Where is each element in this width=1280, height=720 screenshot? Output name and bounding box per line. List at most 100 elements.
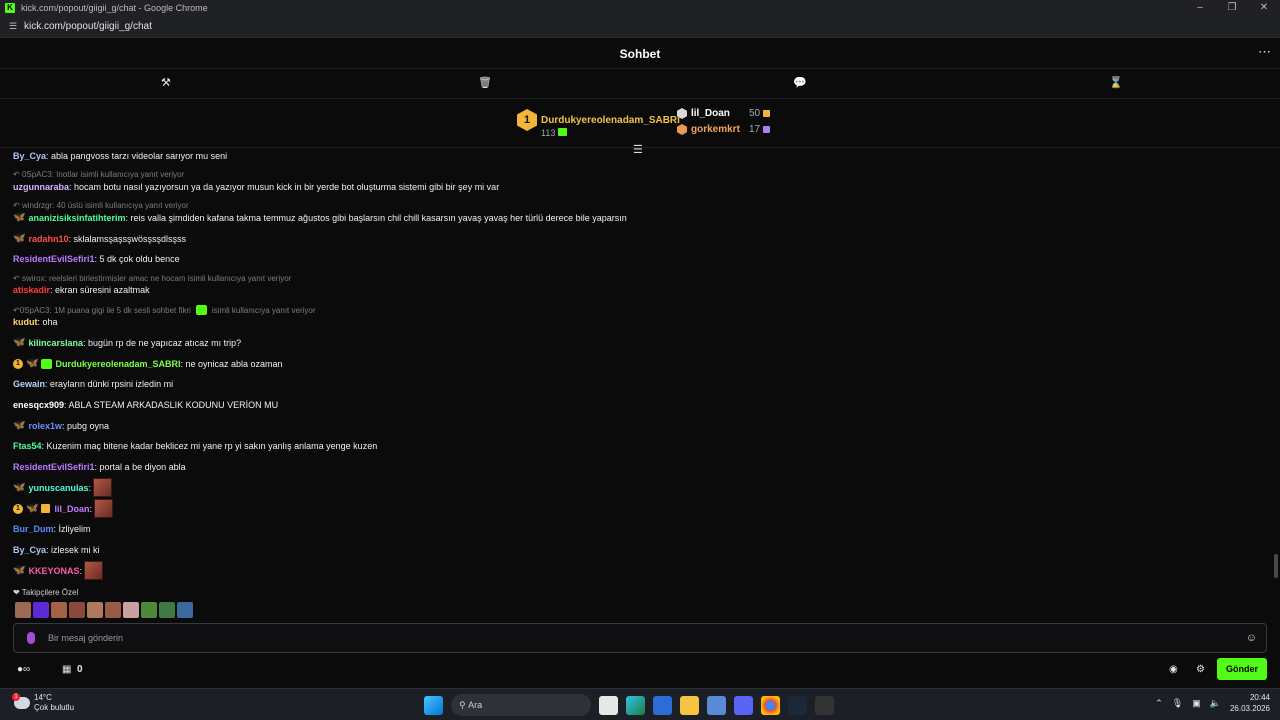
settings-gear-icon[interactable]: ⚙ [1196,664,1205,675]
chat-message[interactable]: 1 🦋 lil_Doan: [13,499,113,518]
username[interactable]: ResidentEvilSefiri1 [13,254,95,264]
username[interactable]: enesqcx909 [13,400,64,410]
message-input-box[interactable]: ☺ [13,623,1267,653]
chat-icon[interactable]: ◉ [1169,664,1178,675]
chrome-icon[interactable] [761,695,780,715]
chat-message[interactable]: Gewain: erayların dünki rpsini izledin m… [13,379,173,389]
reply-context[interactable]: ↶ windrzgr: 40 üstü isimli kullanıcıya y… [13,201,189,210]
gift-badge-icon [41,358,53,369]
chat-message[interactable]: By_Cya: abla pangvoss tarzı videolar sar… [13,151,227,161]
chat-message[interactable]: 1 🦋 Durdukyereolenadam_SABRI: ne oynicaz… [13,358,283,369]
close-icon[interactable]: ✕ [1248,0,1280,16]
emote-button[interactable] [69,602,85,618]
trash-icon[interactable]: 🗑 [478,76,492,89]
username[interactable]: uzgunnaraba [13,182,69,192]
address-bar[interactable]: ☰ kick.com/popout/giigii_g/chat [0,16,1280,38]
username[interactable]: kudut [13,317,38,327]
microphone-tray-icon[interactable]: 🎙 [1172,698,1183,709]
emoji-picker-icon[interactable]: ☺ [1246,632,1257,644]
file-explorer-icon[interactable] [680,695,699,715]
app-icon[interactable] [707,695,726,715]
chat-message[interactable]: atiskadir: ekran süresini azaltmak [13,285,150,295]
minimize-icon[interactable]: – [1184,0,1216,16]
message-input[interactable] [48,633,1246,643]
chat-message[interactable]: enesqcx909: ABLA STEAM ARKADASLIK KODUNU… [13,400,278,410]
windows-start-icon[interactable] [424,695,443,715]
hammer-icon[interactable]: ⚒ [161,76,171,89]
volume-icon[interactable]: 🔈 [1210,698,1221,709]
emote-button[interactable] [177,602,193,618]
channel-points-icon[interactable]: ●∞ [17,664,30,675]
reply-context[interactable]: ↶ 0SpAC3: 1M puana gigi ile 5 dk sesli s… [13,305,316,315]
emote-button[interactable] [33,602,49,618]
task-view-icon[interactable] [599,695,618,715]
username[interactable]: yunuscanulas [28,483,88,493]
chat-message[interactable]: By_Cya: izlesek mi ki [13,545,100,555]
username[interactable]: By_Cya [13,545,46,555]
reply-context[interactable]: ↶ swirox: reelsleri birlestirmisler amac… [13,274,291,283]
chat-message[interactable]: 🦋 radahn10: sklalamsşaşsşwösşsşdlsşss [13,233,186,244]
microphone-icon[interactable] [27,632,35,644]
username[interactable]: lil_Doan [54,504,89,514]
network-icon[interactable]: ▣ [1192,698,1201,709]
chat-message[interactable]: 🦋 KKEYONAS: [13,561,103,580]
username[interactable]: By_Cya [13,151,46,161]
leaderboard-third[interactable]: gorkemkrt 17 [677,124,771,135]
weather-widget[interactable]: 1 14°C Çok bulutlu [12,693,74,713]
username[interactable]: ananizisiksinfatihterim [28,213,125,223]
emote-button[interactable] [87,602,103,618]
username[interactable]: Ftas54 [13,441,42,451]
taskbar-search[interactable]: ⚲ Ara [451,694,591,716]
leaderboard-second[interactable]: lil_Doan 50 [677,108,771,119]
chat-message[interactable]: 🦋 yunuscanulas: [13,478,112,497]
emote-image[interactable] [93,499,113,518]
emote-button[interactable] [123,602,139,618]
chat-scrollbar[interactable] [1274,554,1278,578]
reply-arrow-icon: ↶ [13,201,22,210]
chat-message[interactable]: uzgunnaraba: hocam botu nasıl yazıyorsun… [13,182,499,192]
username[interactable]: atiskadir [13,285,50,295]
username[interactable]: kilincarslana [28,338,83,348]
emote-image[interactable] [93,478,112,497]
emote-image[interactable] [83,561,103,580]
chat-messages[interactable]: By_Cya: abla pangvoss tarzı videolar sar… [0,149,1280,620]
store-icon[interactable]: ▦ [62,664,71,675]
hourglass-icon[interactable]: ⌛ [1109,76,1123,89]
chat-message[interactable]: 🦋 rolex1w: pubg oyna [13,420,109,431]
chat-message[interactable]: 🦋 ananizisiksinfatihterim: reis valla şi… [13,212,627,223]
emote-button[interactable] [51,602,67,618]
username[interactable]: Bur_Dum [13,524,54,534]
more-options-icon[interactable]: ⋯ [1258,44,1271,60]
emote-button[interactable] [159,602,175,618]
edge-icon[interactable] [626,695,645,715]
app-icon[interactable] [815,695,834,715]
username[interactable]: Gewain [13,379,45,389]
username[interactable]: KKEYONAS [28,566,79,576]
username[interactable]: radahn10 [28,234,68,244]
chevron-up-icon[interactable]: ⌃ [1155,698,1163,709]
username[interactable]: rolex1w [28,421,62,431]
steam-icon[interactable] [788,695,807,715]
clock[interactable]: 20:44 26.03.2026 [1230,692,1270,714]
emote-button[interactable] [15,602,31,618]
site-settings-icon[interactable]: ☰ [6,21,20,32]
emote-button[interactable] [141,602,157,618]
butterfly-badge-icon: 🦋 [26,358,39,369]
discord-icon[interactable] [734,695,753,715]
chat-message[interactable]: ResidentEvilSefiri1: portal a be diyon a… [13,462,186,472]
username[interactable]: Durdukyereolenadam_SABRI [55,359,180,369]
store-app-icon[interactable] [653,695,672,715]
chat-bubble-icon[interactable]: 💬 [793,76,807,89]
message-text: : Kuzenim maç bitene kadar beklicez mi y… [41,441,378,451]
chat-message[interactable]: Ftas54: Kuzenim maç bitene kadar beklice… [13,441,377,451]
chat-message[interactable]: Bur_Dum: İzliyelim [13,524,91,534]
send-button[interactable]: Gönder [1217,658,1267,680]
username[interactable]: ResidentEvilSefiri1 [13,462,95,472]
emote-button[interactable] [105,602,121,618]
chat-message[interactable]: ResidentEvilSefiri1: 5 dk çok oldu bence [13,254,180,264]
restore-icon[interactable]: ❐ [1216,0,1248,16]
chat-message[interactable]: kudut: oha [13,317,58,327]
chat-message[interactable]: 🦋 kilincarslana: bugün rp de ne yapıcaz … [13,337,241,348]
reply-context[interactable]: ↶ 0SpAC3: Inotlar isimli kullanıcıya yan… [13,170,184,179]
url-text[interactable]: kick.com/popout/giigii_g/chat [24,21,152,32]
